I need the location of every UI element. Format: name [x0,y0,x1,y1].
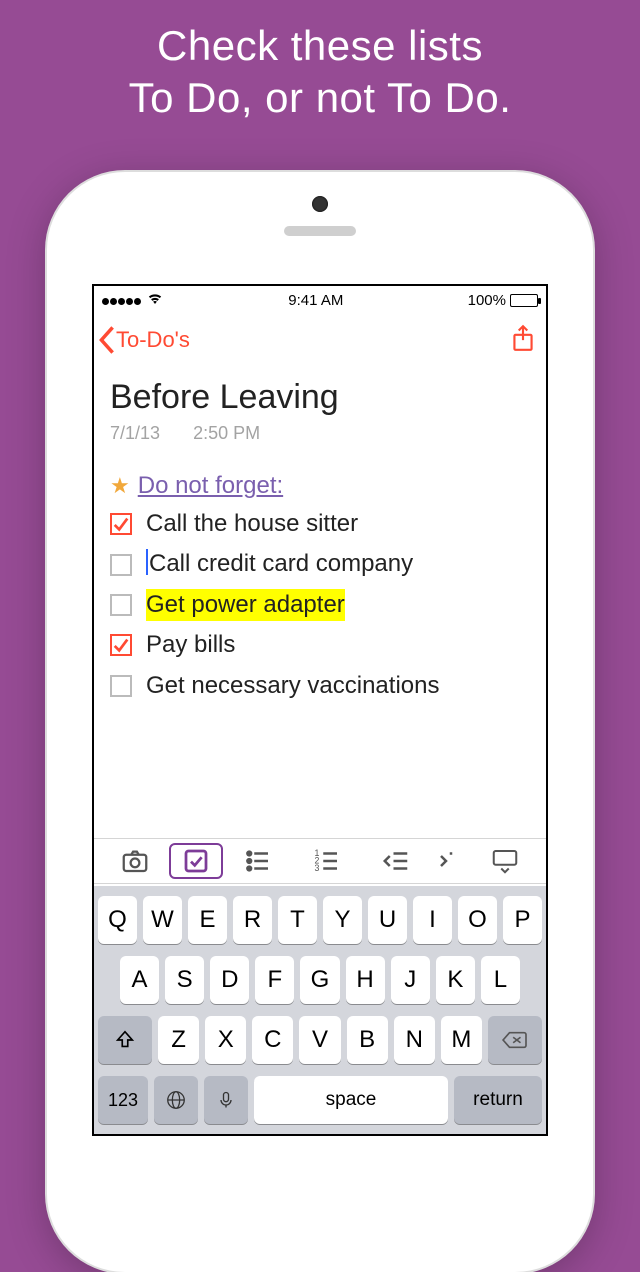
status-time: 9:41 AM [288,292,343,309]
return-key[interactable]: return [454,1076,542,1124]
todo-checkbox[interactable] [110,513,132,535]
key-k[interactable]: K [436,956,475,1004]
checkbox-icon [181,846,211,876]
battery-icon [510,294,538,307]
key-y[interactable]: Y [323,896,362,944]
indent-icon [436,846,466,876]
numbered-list-icon: 123 [312,846,342,876]
note-time: 2:50 PM [193,423,260,443]
chevron-left-icon [98,326,116,354]
key-g[interactable]: G [300,956,339,1004]
checkbox-format-button[interactable] [169,843,223,879]
key-v[interactable]: V [299,1016,340,1064]
todo-item[interactable]: Get necessary vaccinations [110,670,530,702]
wifi-icon [146,289,164,312]
space-key[interactable]: space [254,1076,448,1124]
key-i[interactable]: I [413,896,452,944]
star-icon: ★ [110,473,130,499]
note-heading: Do not forget: [138,472,283,500]
microphone-icon [216,1090,236,1110]
key-j[interactable]: J [391,956,430,1004]
key-w[interactable]: W [143,896,182,944]
shift-icon [114,1029,136,1051]
globe-icon [165,1089,187,1111]
key-z[interactable]: Z [158,1016,199,1064]
bullet-list-button[interactable] [223,846,292,876]
camera-button[interactable] [100,846,169,876]
key-o[interactable]: O [458,896,497,944]
key-b[interactable]: B [347,1016,388,1064]
share-button[interactable] [510,323,536,358]
key-t[interactable]: T [278,896,317,944]
status-bar: 9:41 AM 100% [94,286,546,314]
todo-text: Get power adapter [146,589,345,621]
camera-icon [120,846,150,876]
backspace-icon [501,1029,529,1051]
key-m[interactable]: M [441,1016,482,1064]
outdent-icon [381,846,411,876]
key-l[interactable]: L [481,956,520,1004]
todo-text: Pay bills [146,629,235,661]
promo-text: Check these lists To Do, or not To Do. [0,0,640,122]
todo-item[interactable]: Call the house sitter [110,508,530,540]
screen: 9:41 AM 100% To-Do's Before Leaving [92,284,548,1136]
outdent-button[interactable] [362,846,431,876]
dictation-key[interactable] [204,1076,248,1124]
back-button[interactable]: To-Do's [98,326,190,354]
key-e[interactable]: E [188,896,227,944]
promo-line-2: To Do, or not To Do. [0,74,640,122]
key-q[interactable]: Q [98,896,137,944]
battery-percent: 100% [468,292,506,309]
todo-text: Call the house sitter [146,508,358,540]
shift-key[interactable] [98,1016,152,1064]
note-title: Before Leaving [110,378,530,417]
key-c[interactable]: C [252,1016,293,1064]
globe-key[interactable] [154,1076,198,1124]
indent-button[interactable] [431,846,471,876]
key-p[interactable]: P [503,896,542,944]
todo-item[interactable]: Pay bills [110,629,530,661]
key-u[interactable]: U [368,896,407,944]
keyboard: QWERTYUIOP ASDFGHJKL ZXCVBNM 123 [94,886,546,1134]
note-heading-line: ★ Do not forget: [110,472,530,500]
phone-speaker-icon [284,226,356,236]
backspace-key[interactable] [488,1016,542,1064]
todo-text: Call credit card company [149,550,413,577]
bullet-list-icon [243,846,273,876]
key-a[interactable]: A [120,956,159,1004]
todo-text: Get necessary vaccinations [146,670,439,702]
numeric-key[interactable]: 123 [98,1076,148,1124]
key-n[interactable]: N [394,1016,435,1064]
note-date: 7/1/13 [110,423,160,443]
text-cursor [146,549,148,575]
phone-camera-icon [312,196,328,212]
note-content[interactable]: Before Leaving 7/1/13 2:50 PM ★ Do not f… [94,366,546,702]
phone-frame: 9:41 AM 100% To-Do's Before Leaving [47,172,593,1272]
key-x[interactable]: X [205,1016,246,1064]
todo-checkbox[interactable] [110,554,132,576]
format-toolbar: 123 [94,838,546,884]
keyboard-hide-icon [490,846,520,876]
back-label: To-Do's [116,327,190,353]
signal-strength-icon [102,292,142,309]
todo-checkbox[interactable] [110,634,132,656]
todo-checkbox[interactable] [110,675,132,697]
todo-list: Call the house sitter Call credit card co… [110,508,530,702]
hide-keyboard-button[interactable] [471,846,540,876]
key-s[interactable]: S [165,956,204,1004]
key-d[interactable]: D [210,956,249,1004]
numbered-list-button[interactable]: 123 [292,846,361,876]
promo-line-1: Check these lists [0,22,640,70]
share-icon [510,323,536,353]
key-f[interactable]: F [255,956,294,1004]
key-r[interactable]: R [233,896,272,944]
svg-text:3: 3 [315,863,320,873]
nav-bar: To-Do's [94,314,546,366]
todo-checkbox[interactable] [110,594,132,616]
key-h[interactable]: H [346,956,385,1004]
note-meta: 7/1/13 2:50 PM [110,423,530,444]
todo-item[interactable]: Call credit card company [110,548,530,580]
todo-item[interactable]: Get power adapter [110,589,530,621]
